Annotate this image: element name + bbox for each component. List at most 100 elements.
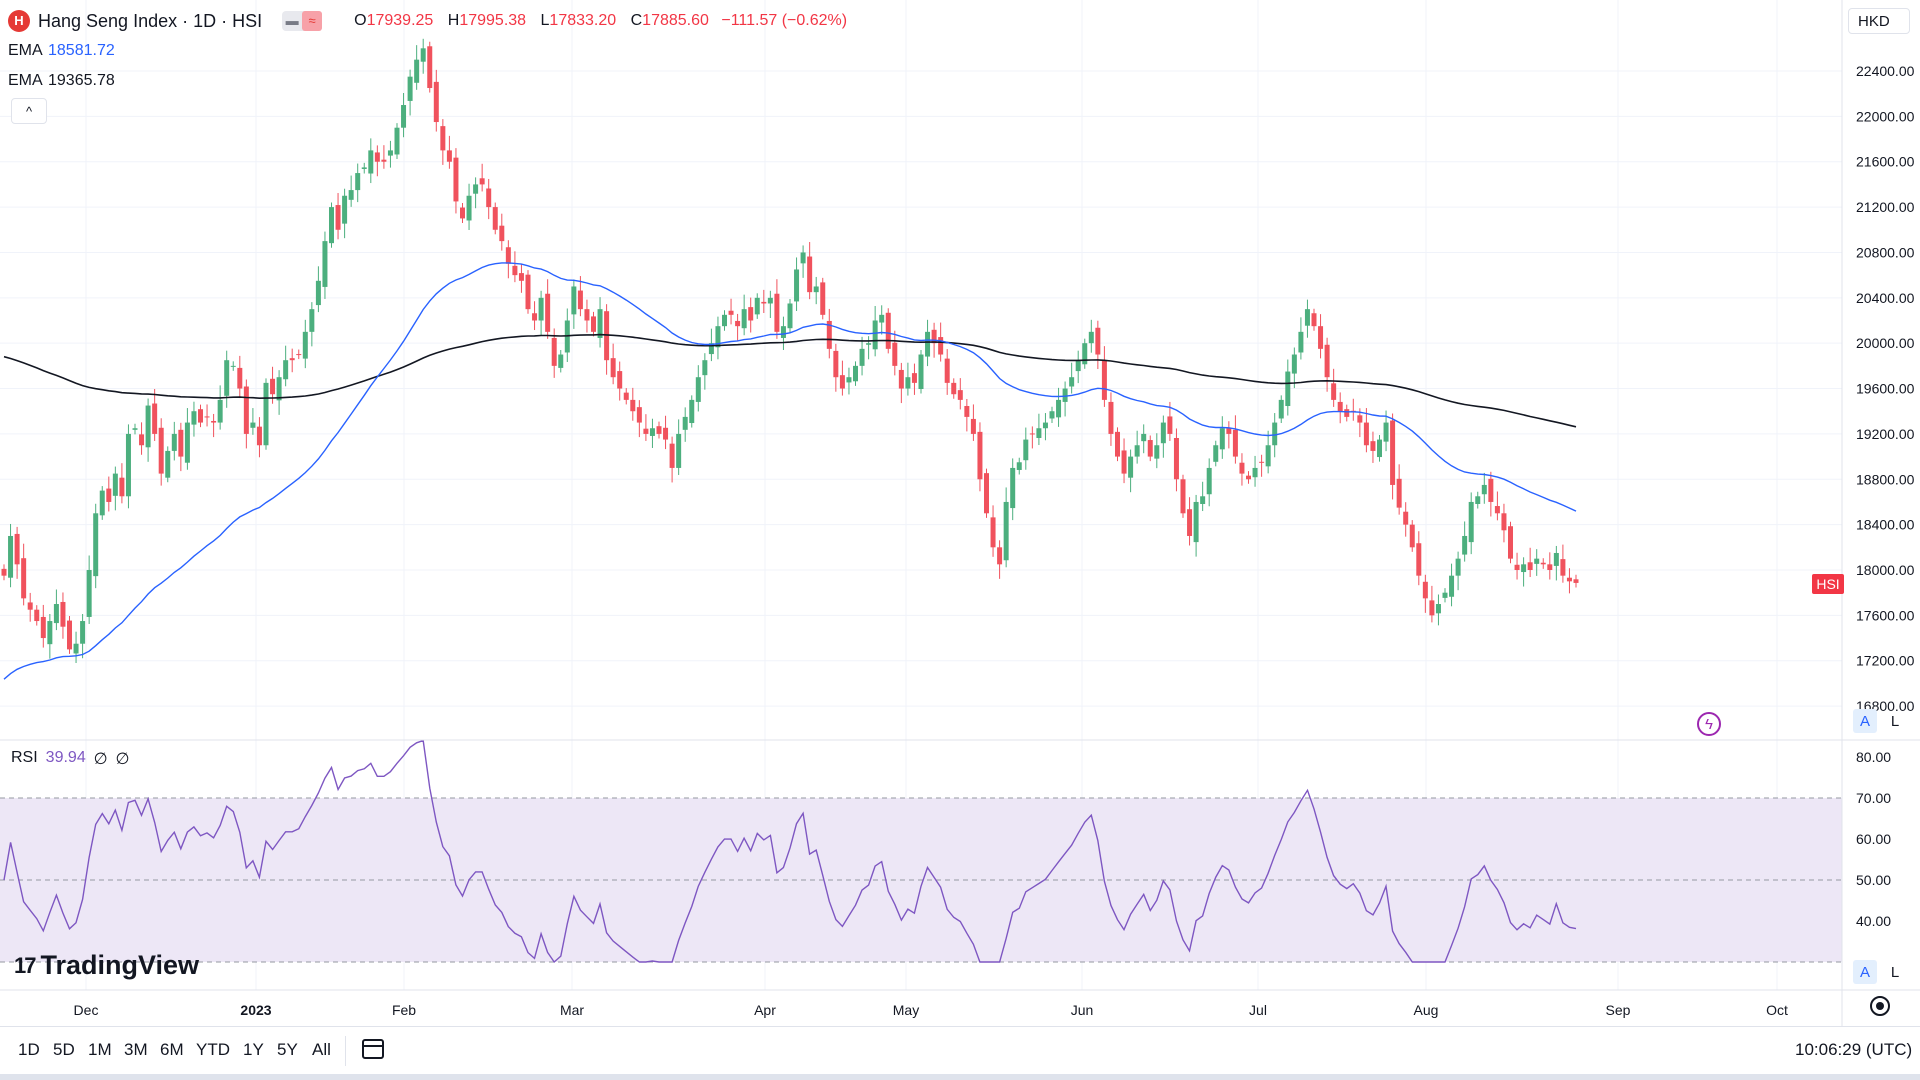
candle-body: [597, 309, 603, 338]
lightning-icon[interactable]: ϟ: [1697, 712, 1721, 736]
candle-body: [309, 309, 315, 332]
candle-body: [1534, 558, 1540, 564]
symbol-title[interactable]: Hang Seng Index · 1D · HSI: [38, 10, 262, 32]
candle-body: [1154, 445, 1160, 459]
rsi-auto-scale-button[interactable]: A: [1853, 960, 1877, 984]
candle-body: [951, 382, 957, 395]
ema-row-2[interactable]: EMA 19365.78: [8, 70, 847, 92]
candle-body: [1462, 535, 1468, 555]
chart-legend: H Hang Seng Index · 1D · HSI ▬ ≈ O17939.…: [8, 10, 847, 92]
rsi-log-scale-button[interactable]: L: [1883, 960, 1907, 984]
candle-body: [1442, 592, 1448, 598]
currency-selector[interactable]: HKD: [1848, 8, 1910, 34]
ema-label: EMA: [8, 42, 43, 59]
candle-body: [499, 225, 505, 242]
gear-icon[interactable]: [1870, 996, 1890, 1016]
candle-body: [250, 422, 256, 428]
candle-body: [1108, 401, 1114, 434]
clock[interactable]: 10:06:29 (UTC): [1795, 1040, 1912, 1060]
candle-body: [270, 378, 276, 395]
range-button-5y[interactable]: 5Y: [277, 1040, 298, 1060]
candle-body: [846, 377, 852, 383]
candle-body: [1193, 501, 1199, 543]
price-tick-label: 17200.00: [1856, 653, 1915, 669]
candle-body: [394, 127, 400, 155]
candle-body: [1547, 564, 1553, 570]
price-tag: HSI: [1812, 574, 1844, 594]
candle-body: [1147, 440, 1153, 457]
candle-body: [525, 274, 531, 310]
candle-body: [807, 256, 813, 293]
bars-toggle-icon[interactable]: ▬: [282, 11, 302, 31]
candle-body: [1383, 422, 1389, 442]
candle-body: [794, 269, 800, 302]
calendar-icon[interactable]: [362, 1039, 384, 1059]
candle-body: [636, 407, 642, 423]
candle-body: [1141, 433, 1147, 442]
candle-body: [1370, 441, 1376, 451]
log-scale-button[interactable]: L: [1883, 709, 1907, 733]
tradingview-logo[interactable]: 17 TradingView: [14, 950, 199, 981]
candle-body: [1206, 467, 1212, 495]
candle-body: [885, 312, 891, 349]
candle-body: [1088, 331, 1094, 344]
range-button-5d[interactable]: 5D: [53, 1040, 75, 1060]
candle-body: [970, 418, 976, 434]
candle-body: [315, 280, 321, 306]
range-button-ytd[interactable]: YTD: [196, 1040, 230, 1060]
candle-body: [1409, 524, 1415, 548]
candle-body: [1468, 501, 1474, 543]
collapse-legend-button[interactable]: ^: [11, 98, 47, 124]
candle-body: [911, 373, 917, 383]
candle-body: [538, 297, 544, 321]
chart-canvas[interactable]: 16800.0017200.0017600.0018000.0018400.00…: [0, 0, 1920, 1080]
candle-body: [178, 429, 184, 457]
candle-body: [839, 375, 845, 389]
price-tick-label: 22400.00: [1856, 63, 1915, 79]
candle-body: [276, 377, 282, 401]
range-button-1d[interactable]: 1D: [18, 1040, 40, 1060]
candle-body: [669, 443, 675, 468]
candle-body: [1062, 388, 1068, 402]
candle-body: [918, 354, 924, 389]
range-button-6m[interactable]: 6M: [160, 1040, 184, 1060]
display-toggle[interactable]: ▬ ≈: [282, 11, 323, 31]
candle-body: [1560, 559, 1566, 576]
auto-scale-button[interactable]: A: [1853, 709, 1877, 733]
compare-toggle-icon[interactable]: ≈: [302, 11, 323, 31]
candle-body: [663, 427, 669, 440]
range-button-3m[interactable]: 3M: [124, 1040, 148, 1060]
candle-body: [957, 390, 963, 400]
candle-body: [1134, 445, 1140, 457]
candle-body: [1049, 411, 1055, 419]
ema-row-1[interactable]: EMA 18581.72: [8, 40, 847, 62]
range-button-all[interactable]: All: [312, 1040, 331, 1060]
price-tick-label: 20400.00: [1856, 290, 1915, 306]
candle-body: [47, 621, 53, 645]
candle-body: [492, 207, 498, 230]
candle-body: [1246, 475, 1251, 480]
close-key: C: [630, 12, 643, 29]
rsi-legend[interactable]: RSI 39.94 ∅ ∅: [11, 749, 130, 769]
candle-body: [165, 450, 171, 478]
candle-body: [1553, 552, 1559, 566]
candle-body: [335, 205, 341, 230]
time-tick-label: Aug: [1414, 1002, 1439, 1018]
range-button-1m[interactable]: 1M: [88, 1040, 112, 1060]
price-tick-label: 19200.00: [1856, 426, 1915, 442]
candle-body: [643, 428, 649, 434]
candle-body: [1396, 478, 1402, 508]
high-value: 17995.38: [459, 12, 527, 29]
price-tick-label: 21200.00: [1856, 199, 1915, 215]
candle-body: [617, 371, 623, 389]
candle-body: [329, 207, 334, 244]
candle-body: [1416, 543, 1422, 576]
candle-body: [512, 265, 518, 276]
range-button-1y[interactable]: 1Y: [243, 1040, 264, 1060]
open-key: O: [354, 12, 367, 29]
candle-body: [1521, 564, 1527, 573]
candle-body: [925, 331, 931, 357]
candle-body: [787, 303, 793, 329]
time-tick-label: 2023: [240, 1002, 271, 1018]
candle-body: [551, 337, 557, 366]
